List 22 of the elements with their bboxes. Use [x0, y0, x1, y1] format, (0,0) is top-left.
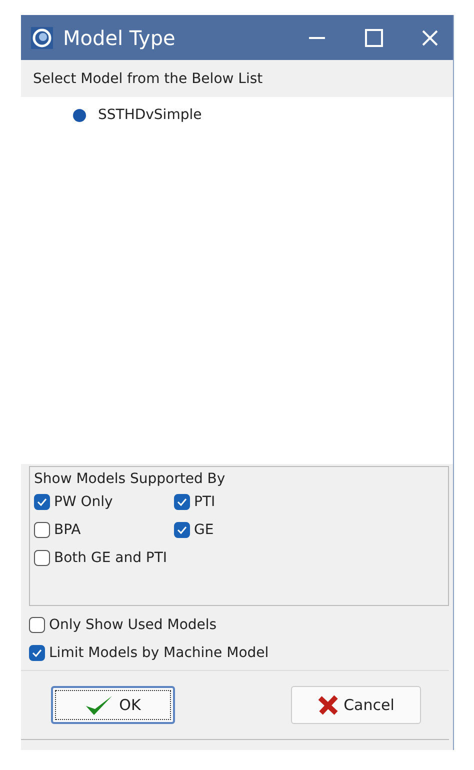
ok-button[interactable]: OK [51, 686, 175, 724]
cross-icon [318, 695, 338, 715]
checkbox[interactable]: Only Show Used Models [29, 614, 217, 636]
close-icon[interactable] [421, 28, 439, 46]
app-logo-icon [31, 26, 53, 48]
checkbox[interactable]: PTI [174, 491, 216, 513]
checkbox[interactable]: GE [174, 519, 214, 541]
check-icon [31, 647, 43, 659]
list-item[interactable]: SSTHDvSimple [21, 103, 208, 127]
checkmark-icon [85, 694, 114, 716]
cancel-button[interactable]: Cancel [291, 686, 421, 724]
checkbox[interactable]: PW Only [34, 491, 113, 513]
maximize-icon[interactable] [365, 28, 383, 46]
checkbox[interactable]: Both GE and PTI [34, 547, 168, 569]
window-title: Model Type [63, 26, 176, 50]
checkbox[interactable]: Limit Models by Machine Model [29, 642, 269, 664]
check-icon [176, 524, 188, 536]
checkbox[interactable]: BPA [34, 519, 81, 541]
check-icon [176, 496, 188, 508]
check-icon [36, 496, 48, 508]
group-title: Show Models Supported By [34, 471, 226, 487]
model-list[interactable]: SSTHDvSimple [21, 97, 453, 464]
